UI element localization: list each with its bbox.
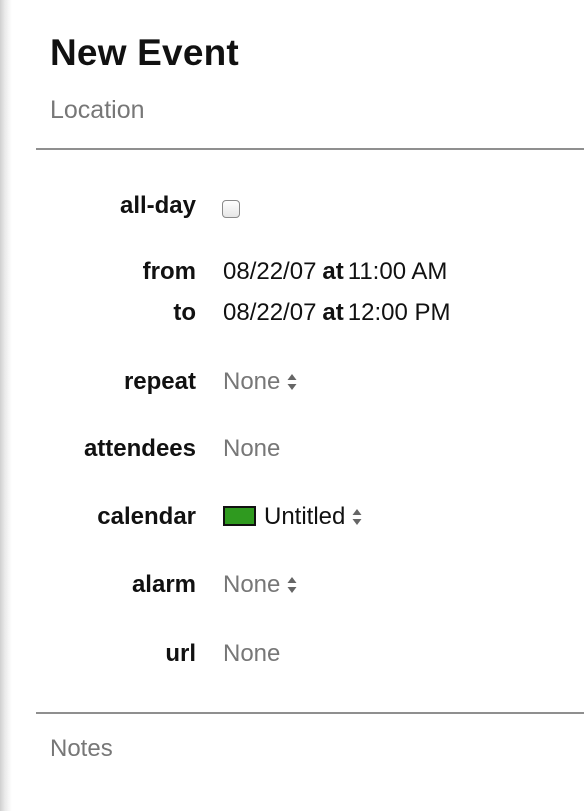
all-day-checkbox[interactable]	[222, 200, 240, 218]
attendees-label: attendees	[83, 435, 196, 462]
all-day-label: all-day	[119, 192, 196, 219]
alarm-row: alarm None	[0, 571, 584, 605]
alarm-popup[interactable]: None	[223, 571, 298, 599]
calendar-color-swatch	[223, 506, 256, 526]
notes-field[interactable]: Notes	[50, 735, 113, 763]
updown-stepper-icon	[287, 577, 297, 593]
to-date[interactable]: 08/22/07	[223, 299, 316, 326]
to-label: to	[173, 299, 196, 326]
updown-stepper-icon	[352, 509, 362, 525]
alarm-value: None	[223, 571, 281, 598]
from-at-label: at	[322, 258, 344, 285]
to-time[interactable]: 12:00 PM	[348, 299, 451, 326]
calendar-popup[interactable]: Untitled	[223, 503, 363, 531]
event-inspector-panel: New Event Location all-day from 08/22/07…	[0, 0, 584, 811]
to-at-label: at	[322, 299, 344, 326]
bottom-divider	[36, 712, 584, 714]
location-field[interactable]: Location	[50, 96, 145, 125]
calendar-row: calendar Untitled	[0, 503, 584, 537]
calendar-value: Untitled	[264, 503, 346, 530]
panel-edge-shadow	[0, 0, 12, 811]
top-divider	[36, 148, 584, 150]
from-datetime: 08/22/07 at 11:00 AM	[223, 258, 447, 286]
attendees-value[interactable]: None	[223, 435, 280, 463]
attendees-row: attendees None	[0, 435, 584, 469]
to-datetime: 08/22/07 at 12:00 PM	[223, 299, 451, 327]
all-day-row: all-day	[0, 192, 584, 226]
calendar-label: calendar	[97, 503, 196, 530]
to-row: to 08/22/07 at 12:00 PM	[0, 299, 584, 333]
updown-stepper-icon	[287, 374, 297, 390]
url-value[interactable]: None	[223, 640, 280, 668]
from-row: from 08/22/07 at 11:00 AM	[0, 258, 584, 292]
repeat-label: repeat	[123, 368, 196, 395]
from-label: from	[142, 258, 196, 285]
repeat-popup[interactable]: None	[223, 368, 298, 396]
alarm-label: alarm	[131, 571, 196, 598]
url-label: url	[165, 640, 196, 667]
from-time[interactable]: 11:00 AM	[348, 258, 448, 285]
url-row: url None	[0, 640, 584, 674]
repeat-value: None	[223, 368, 281, 395]
event-title[interactable]: New Event	[50, 32, 239, 74]
from-date[interactable]: 08/22/07	[223, 258, 316, 285]
repeat-row: repeat None	[0, 368, 584, 402]
